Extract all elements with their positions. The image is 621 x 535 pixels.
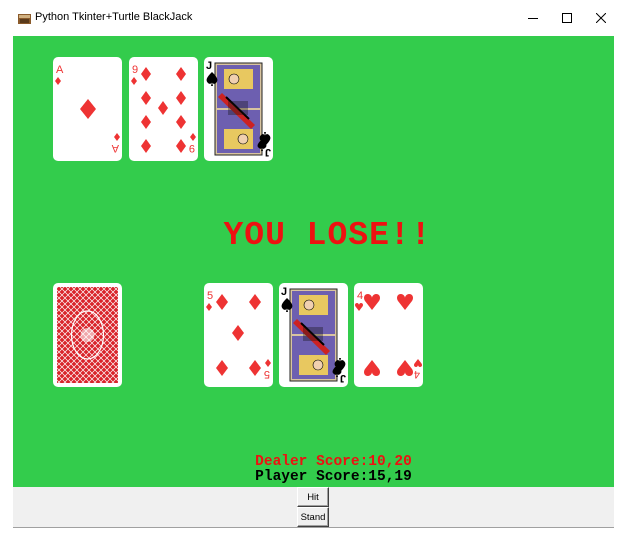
app-icon	[18, 14, 31, 24]
dealer-card-ace-diamonds: A A	[53, 57, 122, 161]
jack-of-spades-card: J J	[281, 286, 346, 384]
dealer-score: Dealer Score:10,20	[255, 454, 412, 470]
minimize-button[interactable]	[516, 0, 550, 36]
svg-text:A: A	[111, 142, 119, 154]
svg-text:9: 9	[132, 64, 138, 76]
card-back-pattern	[57, 287, 118, 383]
minimize-icon	[528, 18, 538, 19]
player-card-four-hearts: 4 4	[354, 283, 423, 387]
close-button[interactable]	[584, 0, 618, 36]
window-title: Python Tkinter+Turtle BlackJack	[35, 11, 193, 23]
five-of-diamonds-card: 5 5	[206, 290, 271, 380]
svg-text:J: J	[340, 372, 346, 384]
player-card-back	[53, 283, 122, 387]
player-card-jack-spades: J J	[279, 283, 348, 387]
dealer-card-nine-diamonds: 9 9	[129, 57, 198, 161]
dealer-card-jack-spades: J J	[204, 57, 273, 161]
stand-button[interactable]: Stand	[297, 507, 329, 527]
close-icon	[596, 13, 606, 23]
svg-text:J: J	[206, 60, 212, 72]
game-table: A A 9 9 J J YOU LOSE!! 5 5 J J 4 4 Deale…	[13, 36, 614, 487]
maximize-button[interactable]	[550, 0, 584, 36]
jack-of-spades-card: J J	[206, 60, 271, 158]
player-score: Player Score:15,19	[255, 469, 412, 485]
control-panel: Hit Stand	[13, 487, 614, 528]
svg-text:4: 4	[357, 290, 363, 302]
svg-text:4: 4	[414, 368, 420, 380]
hit-button[interactable]: Hit	[297, 487, 329, 507]
title-bar: Python Tkinter+Turtle BlackJack	[0, 0, 621, 36]
svg-text:5: 5	[207, 290, 213, 302]
result-message: YOU LOSE!!	[223, 217, 432, 254]
ace-of-diamonds-card: A A	[55, 64, 120, 154]
four-of-hearts-card: 4 4	[355, 290, 422, 380]
svg-text:5: 5	[264, 368, 270, 380]
nine-of-diamonds-card: 9 9	[131, 64, 196, 154]
svg-text:J: J	[265, 146, 271, 158]
maximize-icon	[562, 13, 572, 23]
svg-text:9: 9	[189, 142, 195, 154]
svg-text:A: A	[56, 64, 64, 76]
svg-text:J: J	[281, 286, 287, 298]
player-card-five-diamonds: 5 5	[204, 283, 273, 387]
